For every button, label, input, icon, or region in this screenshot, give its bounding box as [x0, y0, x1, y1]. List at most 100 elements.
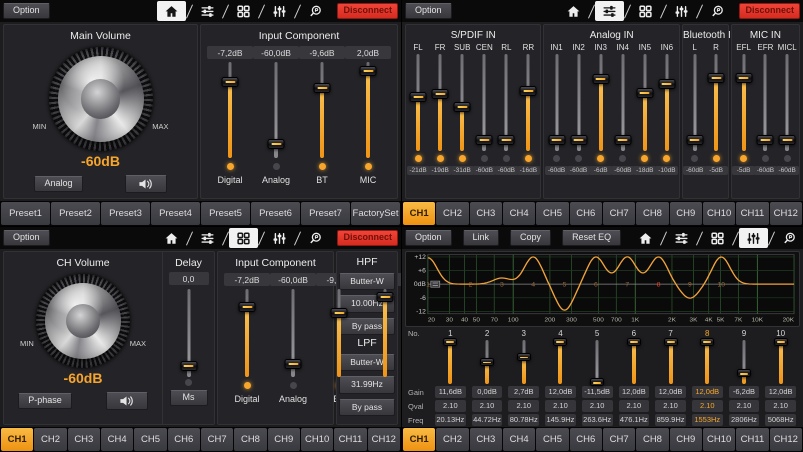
option-button[interactable]: Option — [405, 230, 452, 247]
vertical-slider[interactable] — [442, 340, 459, 384]
ch-tab-ch3[interactable]: CH3 — [68, 428, 100, 451]
hpf-type-button[interactable]: Butter-W — [339, 273, 395, 290]
slider-thumb[interactable] — [517, 353, 531, 361]
slider-thumb[interactable] — [454, 102, 471, 112]
vertical-slider[interactable] — [662, 340, 679, 384]
vertical-slider[interactable] — [757, 54, 774, 151]
vertical-slider[interactable] — [432, 54, 449, 151]
slider-thumb[interactable] — [222, 77, 239, 87]
band-qval-value[interactable]: 2.10 — [692, 400, 723, 412]
disconnect-button[interactable]: Disconnect — [337, 230, 398, 247]
band-freq-value[interactable]: 1553Hz — [692, 414, 723, 426]
ch-tab-ch2[interactable]: CH2 — [436, 202, 468, 225]
slider-thumb[interactable] — [614, 135, 631, 145]
vertical-slider[interactable] — [625, 340, 642, 384]
option-button[interactable]: Option — [3, 3, 50, 20]
preset-preset1[interactable]: Preset1 — [1, 202, 50, 225]
band-gain-value[interactable]: 12,0dB — [655, 386, 686, 398]
vertical-slider[interactable] — [377, 289, 394, 377]
eq-curve-graph[interactable]: 20304050701002003005007001K2K3K4K5K7K10K… — [405, 251, 800, 327]
ch-tab-ch7[interactable]: CH7 — [603, 202, 635, 225]
ch-tab-ch2[interactable]: CH2 — [34, 428, 66, 451]
slider-thumb[interactable] — [779, 135, 796, 145]
band-qval-value[interactable]: 2.10 — [435, 400, 466, 412]
band-qval-value[interactable]: 2.10 — [545, 400, 576, 412]
band-freq-value[interactable]: 263.6Hz — [582, 414, 613, 426]
vertical-slider[interactable] — [360, 62, 377, 158]
band-gain-value[interactable]: 2,7dB — [508, 386, 539, 398]
band-marker[interactable]: 10 — [718, 282, 726, 289]
preset-preset3[interactable]: Preset3 — [101, 202, 150, 225]
tab-mixer[interactable] — [667, 228, 696, 248]
tab-home[interactable] — [559, 1, 588, 21]
band-marker[interactable]: 3 — [500, 282, 504, 289]
slider-thumb[interactable] — [700, 338, 714, 346]
tab-grid[interactable] — [229, 228, 258, 248]
option-button[interactable]: Option — [405, 3, 452, 20]
tab-mixer[interactable] — [193, 228, 222, 248]
band-qval-value[interactable]: 2.10 — [619, 400, 650, 412]
vertical-slider[interactable] — [239, 289, 256, 377]
ch-volume-knob[interactable] — [36, 274, 130, 368]
vertical-slider[interactable] — [589, 340, 606, 384]
option-button[interactable]: Option — [3, 230, 50, 247]
band-qval-value[interactable]: 2.10 — [508, 400, 539, 412]
slider-thumb[interactable] — [774, 338, 788, 346]
band-qval-value[interactable]: 2.10 — [582, 400, 613, 412]
ch-tab-ch5[interactable]: CH5 — [134, 428, 166, 451]
tab-search[interactable] — [301, 1, 330, 21]
vertical-slider[interactable] — [410, 54, 427, 151]
tab-eq[interactable] — [265, 228, 294, 248]
slider-thumb[interactable] — [443, 338, 457, 346]
tab-eq[interactable] — [667, 1, 696, 21]
vertical-slider[interactable] — [735, 340, 752, 384]
slider-thumb[interactable] — [757, 135, 774, 145]
lpf-bypass-button[interactable]: By pass — [339, 399, 395, 416]
ch-tab-ch11[interactable]: CH11 — [334, 428, 366, 451]
vertical-slider[interactable] — [180, 289, 197, 377]
tab-search[interactable] — [775, 228, 803, 248]
zero-line-handle[interactable] — [431, 281, 440, 287]
band-freq-value[interactable]: 2806Hz — [729, 414, 760, 426]
band-gain-value[interactable]: -11,5dB — [582, 386, 613, 398]
ch-tab-ch6[interactable]: CH6 — [570, 202, 602, 225]
main-volume-knob[interactable] — [49, 47, 153, 151]
ch-tab-ch10[interactable]: CH10 — [703, 202, 735, 225]
band-gain-value[interactable]: 12,0dB — [619, 386, 650, 398]
phase-button[interactable]: P-phase — [18, 393, 72, 410]
ch-tab-ch8[interactable]: CH8 — [636, 428, 668, 451]
vertical-slider[interactable] — [699, 340, 716, 384]
ch-tab-ch10[interactable]: CH10 — [703, 428, 735, 451]
slider-thumb[interactable] — [592, 74, 609, 84]
band-freq-value[interactable]: 80.78Hz — [508, 414, 539, 426]
ch-tab-ch3[interactable]: CH3 — [470, 202, 502, 225]
copy-button[interactable]: Copy — [510, 230, 551, 247]
vertical-slider[interactable] — [708, 54, 725, 151]
band-number[interactable]: 9 — [726, 328, 763, 339]
band-marker[interactable]: 5 — [563, 282, 567, 289]
band-qval-value[interactable]: 2.10 — [729, 400, 760, 412]
slider-thumb[interactable] — [520, 86, 537, 96]
disconnect-button[interactable]: Disconnect — [739, 3, 800, 20]
ch-tab-ch9[interactable]: CH9 — [670, 202, 702, 225]
slider-thumb[interactable] — [737, 369, 751, 377]
disconnect-button[interactable]: Disconnect — [337, 3, 398, 20]
slider-thumb[interactable] — [664, 338, 678, 346]
ch-tab-ch1[interactable]: CH1 — [1, 428, 33, 451]
tab-home[interactable] — [157, 228, 186, 248]
ch-tab-ch1[interactable]: CH1 — [403, 202, 435, 225]
tab-grid[interactable] — [631, 1, 660, 21]
ch-tab-ch11[interactable]: CH11 — [736, 428, 768, 451]
vertical-slider[interactable] — [570, 54, 587, 151]
lpf-freq-button[interactable]: 31.99Hz — [339, 376, 395, 393]
band-marker[interactable]: 1 — [426, 282, 430, 289]
tab-grid[interactable] — [703, 228, 732, 248]
slider-thumb[interactable] — [636, 88, 653, 98]
tab-eq[interactable] — [265, 1, 294, 21]
ch-tab-ch12[interactable]: CH12 — [770, 428, 802, 451]
vertical-slider[interactable] — [268, 62, 285, 158]
vertical-slider[interactable] — [314, 62, 331, 158]
vertical-slider[interactable] — [476, 54, 493, 151]
preset-factoryset[interactable]: FactorySet — [351, 202, 400, 225]
band-freq-value[interactable]: 476.1Hz — [619, 414, 650, 426]
